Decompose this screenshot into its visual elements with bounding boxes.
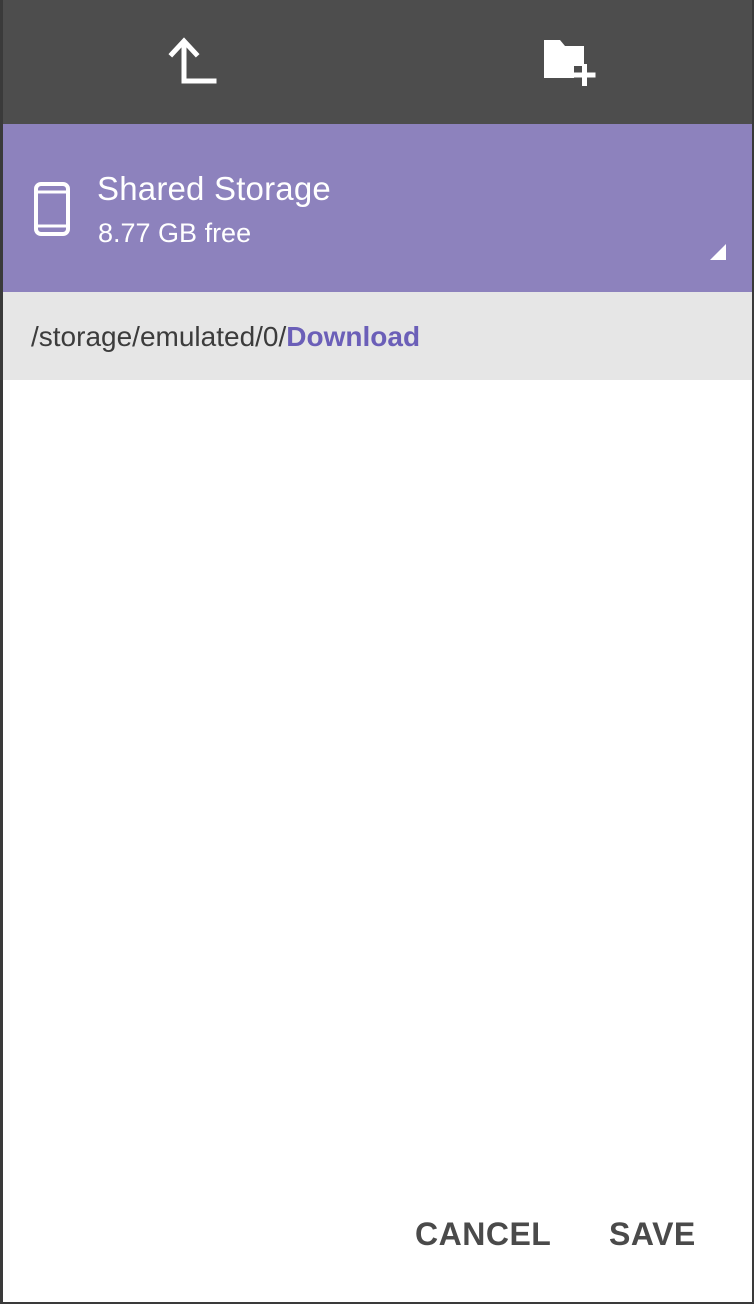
smartphone-icon [34, 182, 70, 236]
storage-free-space: 8.77 GB free [98, 218, 252, 248]
arrow-up-left-corner-icon [168, 37, 217, 84]
path-prefix[interactable]: /storage/emulated/0/ [31, 321, 286, 352]
file-save-dialog: Shared Storage 8.77 GB free /storage/emu… [0, 0, 754, 1304]
save-button[interactable]: SAVE [609, 1208, 696, 1260]
new-folder-button[interactable] [525, 22, 615, 102]
navigate-up-button[interactable] [147, 22, 237, 102]
storage-selector[interactable]: Shared Storage 8.77 GB free [3, 124, 752, 292]
path-current-folder[interactable]: Download [286, 321, 420, 352]
new-folder-icon [544, 40, 596, 86]
breadcrumb: /storage/emulated/0/Download [3, 292, 752, 380]
dropdown-triangle-icon [710, 244, 726, 260]
cancel-button[interactable]: CANCEL [415, 1208, 551, 1260]
storage-name: Shared Storage [97, 170, 331, 207]
dialog-toolbar [3, 0, 752, 124]
file-list[interactable] [3, 380, 752, 1180]
current-path: /storage/emulated/0/Download [31, 321, 420, 353]
